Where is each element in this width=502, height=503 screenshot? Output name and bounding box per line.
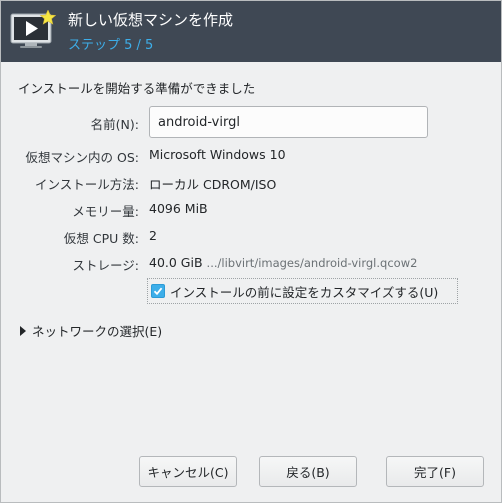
memory-label: メモリー量: <box>72 204 139 219</box>
step-indicator: ステップ 5 / 5 <box>68 38 154 53</box>
storage-size: 40.0 GiB <box>149 255 203 270</box>
os-label: 仮想マシン内の OS: <box>25 150 139 165</box>
cpu-label: 仮想 CPU 数: <box>63 231 139 246</box>
cpu-value: 2 <box>149 228 157 243</box>
new-vm-monitor-icon <box>10 9 57 50</box>
ready-message: インストールを開始する準備ができました <box>18 81 256 96</box>
os-value: Microsoft Windows 10 <box>149 147 286 162</box>
storage-path: .../libvirt/images/android-virgl.qcow2 <box>206 256 418 270</box>
checkbox-checked-icon[interactable] <box>151 284 165 298</box>
cancel-button[interactable]: キャンセル(C) <box>139 456 237 487</box>
storage-label: ストレージ: <box>72 258 139 273</box>
finish-button[interactable]: 完了(F) <box>386 456 484 487</box>
network-selection-expander[interactable]: ネットワークの選択(E) <box>20 321 162 340</box>
expander-arrow-icon <box>20 325 26 336</box>
customize-before-install-checkbox[interactable]: インストールの前に設定をカスタマイズする(U) <box>147 278 458 304</box>
install-method-value: ローカル CDROM/ISO <box>149 177 277 192</box>
dialog-title: 新しい仮想マシンを作成 <box>68 11 234 29</box>
new-vm-dialog: 新しい仮想マシンを作成 ステップ 5 / 5 インストールを開始する準備ができま… <box>0 0 502 503</box>
network-selection-label: ネットワークの選択(E) <box>32 324 163 339</box>
customize-label: インストールの前に設定をカスタマイズする(U) <box>170 284 439 300</box>
name-label: 名前(N): <box>90 117 139 132</box>
back-button[interactable]: 戻る(B) <box>259 456 357 487</box>
memory-value: 4096 MiB <box>149 201 208 216</box>
storage-value: 40.0 GiB .../libvirt/images/android-virgl… <box>149 255 417 270</box>
install-method-label: インストール方法: <box>35 177 139 192</box>
vm-name-input[interactable] <box>149 106 428 138</box>
dialog-header: 新しい仮想マシンを作成 ステップ 5 / 5 <box>1 1 501 62</box>
